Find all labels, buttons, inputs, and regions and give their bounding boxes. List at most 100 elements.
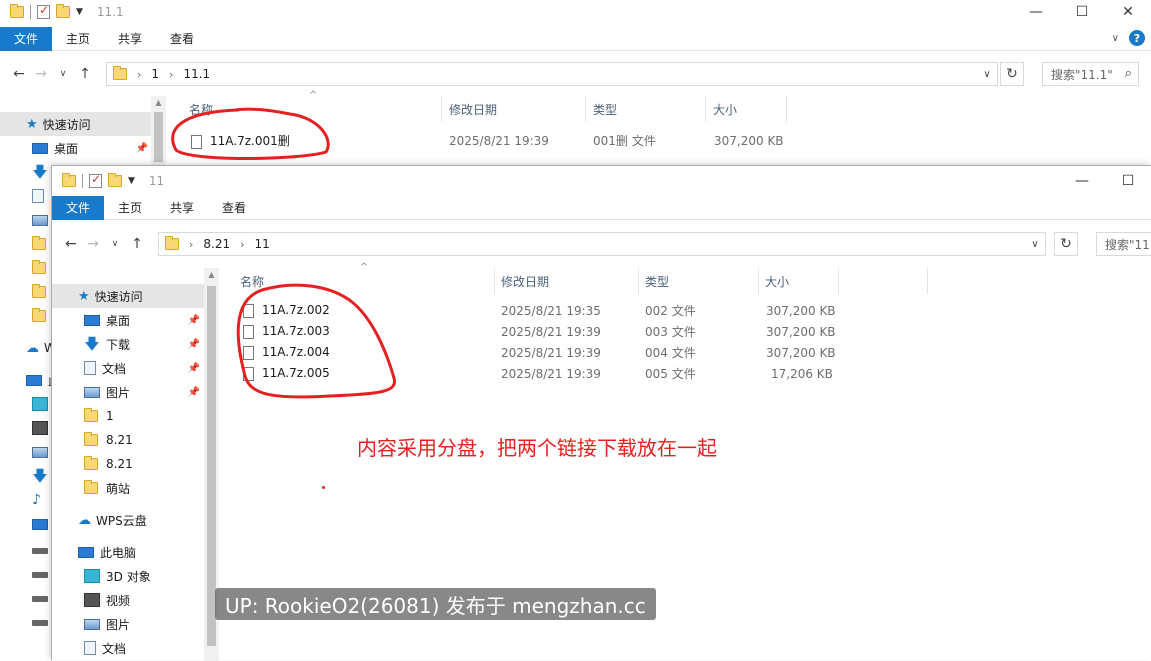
sidebar-item-quick-access[interactable]: ★ 快速访问 <box>52 284 204 308</box>
forward-arrow-icon[interactable]: → <box>30 66 52 82</box>
refresh-icon[interactable]: ↻ <box>1000 62 1024 86</box>
sidebar-item-this-pc[interactable]: 此电脑 <box>52 540 204 564</box>
recent-dropdown-icon[interactable]: ∨ <box>52 69 74 79</box>
table-row[interactable]: 11A.7z.001删 2025/8/21 19:39 001删 文件 307,… <box>166 130 1151 151</box>
quick-access-dropdown-icon[interactable]: ▼ <box>128 176 135 186</box>
ribbon-tabs: 文件 主页 共享 查看 ∨ ? <box>0 26 1151 51</box>
column-header-type[interactable]: 类型 <box>593 96 617 122</box>
table-row[interactable]: 11A.7z.005 2025/8/21 19:39 005 文件 17,206… <box>220 363 1150 384</box>
tab-view[interactable]: 查看 <box>208 196 260 220</box>
folder-icon <box>165 236 179 250</box>
tab-share[interactable]: 共享 <box>156 196 208 220</box>
tab-home[interactable]: 主页 <box>52 27 104 51</box>
refresh-icon[interactable]: ↻ <box>1054 232 1078 256</box>
recent-dropdown-icon[interactable]: ∨ <box>104 239 126 249</box>
sidebar-item-quick-access[interactable]: ★ 快速访问 <box>0 112 152 136</box>
star-icon: ★ <box>26 116 38 132</box>
column-header-date[interactable]: 修改日期 <box>501 268 549 294</box>
tab-share[interactable]: 共享 <box>104 27 156 51</box>
folder-icon <box>84 456 98 470</box>
table-row[interactable]: 11A.7z.002 2025/8/21 19:35 002 文件 307,20… <box>220 300 1150 321</box>
maximize-button[interactable]: ☐ <box>1059 0 1105 24</box>
file-date: 2025/8/21 19:39 <box>501 345 601 360</box>
computer-icon <box>78 546 94 558</box>
minimize-button[interactable]: — <box>1013 0 1059 24</box>
new-folder-icon[interactable] <box>56 4 70 18</box>
tab-home[interactable]: 主页 <box>104 196 156 220</box>
address-bar[interactable]: › 8.21 › 11 ∨ <box>158 232 1046 256</box>
address-bar[interactable]: › 1 › 11.1 ∨ <box>106 62 998 86</box>
sidebar-item-folder-1[interactable]: 1 <box>52 404 204 428</box>
folder-icon <box>32 260 46 274</box>
computer-icon <box>26 374 42 386</box>
sidebar-item-pc-documents[interactable]: 文档 <box>52 636 204 660</box>
column-header-size[interactable]: 大小 <box>765 268 789 294</box>
table-row[interactable]: 11A.7z.004 2025/8/21 19:39 004 文件 307,20… <box>220 342 1150 363</box>
sidebar-item-videos[interactable]: 视频 <box>52 588 204 612</box>
picture-icon <box>32 446 48 458</box>
breadcrumb-item[interactable]: 8.21 <box>203 237 230 251</box>
sidebar-item-pictures[interactable]: 图片 📌 <box>52 380 204 404</box>
table-row[interactable]: 11A.7z.003 2025/8/21 19:39 003 文件 307,20… <box>220 321 1150 342</box>
folder-icon <box>84 432 98 446</box>
tab-file[interactable]: 文件 <box>52 195 105 220</box>
sidebar-item-desktop[interactable]: 桌面 📌 <box>52 308 204 332</box>
sidebar-item-folder-mengzhan[interactable]: 萌站 <box>52 476 204 500</box>
pin-icon: 📌 <box>187 314 200 326</box>
file-icon <box>243 324 254 339</box>
quick-access-dropdown-icon[interactable]: ▼ <box>76 7 83 17</box>
sidebar-item-downloads[interactable]: 🡇 下载 📌 <box>52 332 204 356</box>
drive-icon <box>32 596 48 602</box>
pin-icon: 📌 <box>187 386 200 398</box>
up-arrow-icon[interactable]: ↑ <box>126 236 148 252</box>
breadcrumb-item[interactable]: 11 <box>255 237 270 251</box>
new-folder-icon[interactable] <box>108 173 122 187</box>
search-input[interactable]: 搜索"11" <box>1096 232 1151 256</box>
properties-icon[interactable] <box>89 172 102 188</box>
breadcrumb-item[interactable]: 1 <box>151 67 159 81</box>
up-arrow-icon[interactable]: ↑ <box>74 66 96 82</box>
back-arrow-icon[interactable]: ← <box>60 236 82 252</box>
3d-objects-icon <box>84 569 100 583</box>
forward-arrow-icon[interactable]: → <box>82 236 104 252</box>
3d-objects-icon <box>32 397 48 411</box>
breadcrumb-item[interactable]: 11.1 <box>183 67 210 81</box>
properties-icon[interactable] <box>37 3 50 19</box>
file-icon <box>243 303 254 318</box>
sidebar-item-folder-821-b[interactable]: 8.21 <box>52 452 204 476</box>
tab-file[interactable]: 文件 <box>0 26 53 51</box>
window-title: 11 <box>148 174 165 188</box>
column-header-size[interactable]: 大小 <box>713 96 737 122</box>
document-icon <box>84 641 96 655</box>
sidebar-item-wps-cloud[interactable]: ☁ WPS云盘 <box>52 508 204 532</box>
column-header-type[interactable]: 类型 <box>645 268 669 294</box>
sort-ascending-icon: ^ <box>309 90 318 101</box>
column-header-name[interactable]: 名称 <box>189 96 213 122</box>
address-dropdown-icon[interactable]: ∨ <box>1025 233 1045 255</box>
sidebar-item-3d-objects[interactable]: 3D 对象 <box>52 564 204 588</box>
file-type: 002 文件 <box>645 304 696 318</box>
column-header-date[interactable]: 修改日期 <box>449 96 497 122</box>
folder-icon <box>84 480 98 494</box>
minimize-button[interactable]: — <box>1059 169 1105 193</box>
document-icon <box>84 361 96 375</box>
back-arrow-icon[interactable]: ← <box>8 66 30 82</box>
picture-icon <box>84 386 100 398</box>
close-button[interactable]: ✕ <box>1105 0 1151 24</box>
video-icon <box>32 421 48 435</box>
maximize-button[interactable]: ☐ <box>1105 169 1151 193</box>
address-dropdown-icon[interactable]: ∨ <box>977 63 997 85</box>
folder-icon <box>32 284 46 298</box>
sidebar-item-folder-821[interactable]: 8.21 <box>52 428 204 452</box>
search-input[interactable]: 搜索"11.1" ⌕ <box>1042 62 1139 86</box>
help-icon[interactable]: ? <box>1129 30 1145 46</box>
expand-ribbon-icon[interactable]: ∨ <box>1112 33 1119 44</box>
desktop-icon <box>32 518 48 530</box>
sidebar-item-desktop[interactable]: 桌面 📌 <box>0 136 152 160</box>
file-date: 2025/8/21 19:39 <box>449 133 549 148</box>
sidebar-item-documents[interactable]: 文档 📌 <box>52 356 204 380</box>
tab-view[interactable]: 查看 <box>156 27 208 51</box>
column-header-name[interactable]: 名称 <box>240 268 264 294</box>
sidebar-item-pc-pictures[interactable]: 图片 <box>52 612 204 636</box>
sidebar-scrollbar[interactable]: ▲ <box>151 96 166 166</box>
